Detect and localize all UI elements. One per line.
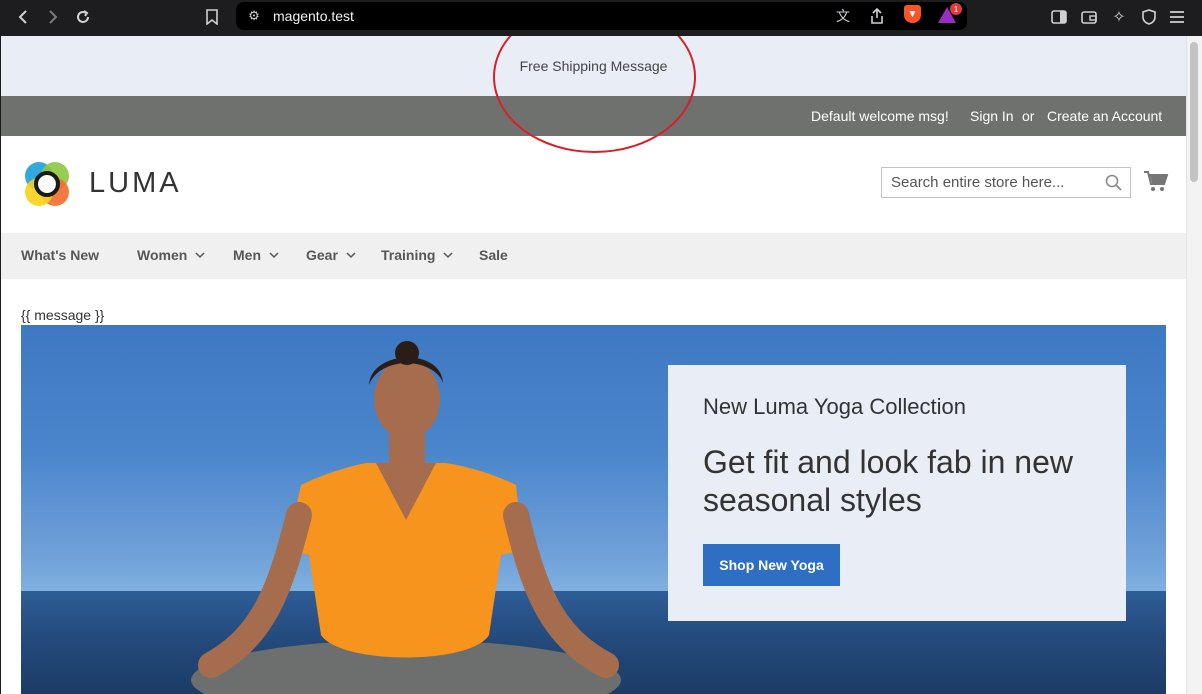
nav-label: Sale bbox=[479, 247, 508, 263]
hero-banner[interactable]: New Luma Yoga Collection Get fit and loo… bbox=[21, 325, 1166, 694]
menu-icon[interactable] bbox=[1166, 6, 1188, 28]
back-icon[interactable] bbox=[12, 6, 34, 28]
reload-icon[interactable] bbox=[72, 6, 94, 28]
nav-training[interactable]: Training bbox=[381, 247, 454, 263]
web-page: Free Shipping Message Default welcome ms… bbox=[1, 36, 1186, 694]
chevron-down-icon bbox=[443, 252, 453, 259]
shop-new-yoga-button[interactable]: Shop New Yoga bbox=[703, 544, 840, 586]
chevron-down-icon bbox=[195, 252, 205, 259]
leo-icon[interactable]: ✧ bbox=[1108, 6, 1130, 28]
browser-toolbar: ⚙ magento.test 文 ▼ 1 ✧ bbox=[0, 0, 1202, 36]
promo-content-box: New Luma Yoga Collection Get fit and loo… bbox=[668, 365, 1126, 621]
or-text: or bbox=[1022, 108, 1035, 124]
forward-icon[interactable] bbox=[42, 6, 64, 28]
logo-text[interactable]: LUMA bbox=[89, 167, 182, 200]
translate-icon[interactable]: 文 bbox=[833, 6, 853, 26]
sidebar-icon[interactable] bbox=[1048, 6, 1070, 28]
promo-kicker: New Luma Yoga Collection bbox=[703, 394, 966, 419]
header-panel: Default welcome msg! Sign In or Create a… bbox=[1, 96, 1186, 136]
cart-icon[interactable] bbox=[1143, 169, 1169, 193]
nav-label: Training bbox=[381, 247, 436, 263]
main-navigation: What's New Women Men Gear Training Sale bbox=[1, 233, 1186, 279]
nav-women[interactable]: Women bbox=[137, 247, 206, 263]
share-icon[interactable] bbox=[867, 6, 887, 26]
wallet-icon[interactable] bbox=[1078, 6, 1100, 28]
nav-whats-new[interactable]: What's New bbox=[21, 247, 99, 263]
promo-banner: Free Shipping Message bbox=[1, 36, 1186, 96]
luma-logo-icon[interactable] bbox=[21, 158, 73, 210]
site-header: LUMA bbox=[1, 136, 1186, 233]
create-account-link[interactable]: Create an Account bbox=[1047, 108, 1162, 124]
url-text[interactable]: magento.test bbox=[273, 8, 354, 24]
sign-in-link[interactable]: Sign In bbox=[970, 108, 1014, 124]
nav-label: What's New bbox=[21, 247, 100, 263]
brave-shields-icon[interactable]: ▼ bbox=[904, 5, 921, 23]
free-shipping-message: Free Shipping Message bbox=[519, 58, 668, 74]
nav-label: Men bbox=[233, 247, 261, 263]
address-bar[interactable]: ⚙ magento.test 文 bbox=[236, 2, 967, 30]
chevron-down-icon bbox=[346, 252, 356, 259]
nav-gear[interactable]: Gear bbox=[306, 247, 357, 263]
nav-men[interactable]: Men bbox=[233, 247, 280, 263]
promo-headline: Get fit and look fab in new seasonal sty… bbox=[703, 444, 1073, 518]
search-icon[interactable] bbox=[1104, 173, 1124, 193]
page-scrollbar[interactable] bbox=[1186, 36, 1202, 694]
vpn-icon[interactable] bbox=[1138, 6, 1160, 28]
bookmark-icon[interactable] bbox=[201, 6, 223, 28]
search-input[interactable] bbox=[882, 168, 1102, 197]
site-settings-icon[interactable]: ⚙ bbox=[244, 6, 264, 26]
nav-label: Women bbox=[137, 247, 188, 263]
nav-label: Gear bbox=[306, 247, 338, 263]
chevron-down-icon bbox=[269, 252, 279, 259]
notification-badge: 1 bbox=[950, 3, 962, 15]
yoga-model-image bbox=[191, 341, 621, 694]
message-placeholder: {{ message }} bbox=[21, 307, 105, 323]
welcome-message: Default welcome msg! bbox=[811, 108, 949, 124]
search-box bbox=[881, 167, 1131, 198]
nav-sale[interactable]: Sale bbox=[479, 247, 508, 263]
scrollbar-thumb[interactable] bbox=[1190, 42, 1198, 182]
